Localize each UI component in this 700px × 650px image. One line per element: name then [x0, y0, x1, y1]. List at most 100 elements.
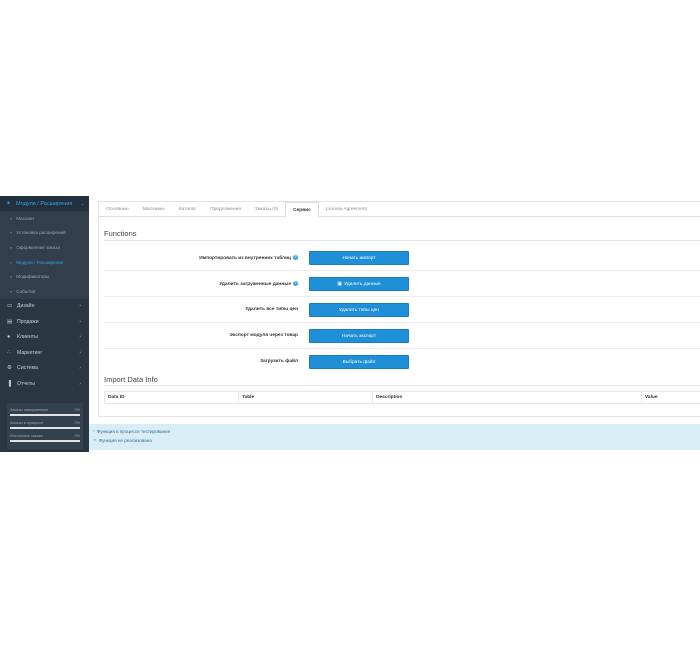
puzzle-icon: ✶ [6, 201, 12, 207]
order-stats: Заказы завершенные 0% Заказы в процессе … [7, 403, 83, 449]
cart-icon: ▤ [7, 318, 13, 325]
gear-icon: ⚙ [7, 365, 12, 372]
chevron-right-icon: › [79, 349, 81, 356]
tab-license-agreement[interactable]: License Agreement [319, 202, 374, 217]
import-data-table: Data ID Table Description Value [104, 391, 700, 404]
tab-stores[interactable]: Магазины [136, 202, 172, 217]
sidebar-item-label: Отчеты [17, 380, 35, 387]
function-label: Импортировать из внутренних таблиц? [199, 255, 298, 261]
functions-heading: Functions [104, 229, 137, 238]
chevron-right-icon: › [79, 380, 81, 387]
sidebar-subitem-installer[interactable]: » Установка расширений [0, 225, 89, 241]
function-label-text: Удалить загруженные данные [219, 281, 291, 287]
stat-label: Остальные заказы [10, 434, 43, 438]
sidebar-subitem-extensions[interactable]: » Модули / Расширения [0, 254, 89, 270]
sidebar-subitem-modifications[interactable]: » Модификаторы [0, 269, 89, 284]
function-row-delete-price-types: Удалить все типы цен Удалить типы цен [104, 297, 700, 323]
stat-progress-bar [10, 427, 80, 429]
stat-progress-bar [10, 440, 80, 442]
stat-percent: 0% [74, 408, 81, 412]
chart-icon: ▐ [7, 380, 11, 387]
delete-price-types-button[interactable]: Удалить типы цен [309, 303, 409, 317]
sidebar-item-system[interactable]: ⚙ Система › [0, 361, 89, 377]
legend-info-box: * Функция в процессе тестирования ** Фун… [89, 424, 700, 450]
help-icon[interactable]: ? [293, 281, 298, 286]
choose-file-button[interactable]: Выбрать файл [309, 355, 409, 369]
sidebar-subitem-checkout[interactable]: » Оформление заказа [0, 240, 89, 255]
divider [104, 240, 700, 241]
stat-label: Заказы завершенные [10, 408, 48, 412]
share-icon: ∴ [7, 349, 11, 356]
function-label-text: Импортировать из внутренних таблиц [199, 255, 291, 261]
sidebar-item-label: Клиенты [17, 334, 38, 341]
start-import-button[interactable]: Начать импорт [309, 251, 409, 265]
button-label: Начать импорт [342, 255, 376, 261]
stat-processing-orders: Заказы в процессе 0% [10, 419, 80, 432]
sidebar-item-design[interactable]: ▭ Дизайн › [0, 299, 89, 315]
column-header-value[interactable]: Value [642, 392, 700, 403]
chevron-right-icon: › [79, 334, 81, 341]
legend-line-testing: * Функция в процессе тестирования [93, 427, 700, 436]
button-label: Начать экспорт [341, 333, 377, 339]
stat-percent: 0% [74, 421, 81, 425]
sidebar-subitem-label: Магазин [16, 215, 34, 221]
column-header-data-id[interactable]: Data ID [105, 392, 239, 403]
column-header-description[interactable]: Description [373, 392, 642, 403]
bullet-icon: » [10, 259, 13, 265]
function-label: Удалить загруженные данные? [219, 281, 298, 287]
function-row-import: Импортировать из внутренних таблиц? Нача… [104, 245, 700, 271]
column-header-table[interactable]: Table [239, 392, 373, 403]
sidebar-item-sales[interactable]: ▤ Продажи › [0, 314, 89, 330]
stat-completed-orders: Заказы завершенные 0% [10, 406, 80, 419]
legend-text: Функция не реализована [98, 438, 152, 443]
stat-other-orders: Остальные заказы 0% [10, 432, 80, 445]
sidebar-item-customers[interactable]: ● Клиенты › [0, 330, 89, 346]
sidebar-item-label: Дизайн [17, 303, 35, 310]
sidebar-subitem-label: Установка расширений [16, 230, 66, 236]
sidebar: ✶ Модули / Расширения ⌄ » Магазин » Устано… [0, 196, 89, 452]
help-icon[interactable]: ? [293, 255, 298, 260]
trash-icon: ▣ [337, 281, 343, 287]
bullet-icon: » [10, 244, 13, 250]
asterisk-marker: * [93, 429, 95, 434]
sidebar-subitem-label: Модификаторы [16, 274, 50, 280]
function-label: Экспорт модуля через товар [229, 333, 298, 338]
start-export-button[interactable]: Начать экспорт [309, 329, 409, 343]
sidebar-item-reports[interactable]: ▐ Отчеты › [0, 376, 89, 392]
sidebar-item-label: Система [17, 365, 38, 372]
button-label: Выбрать файл [342, 359, 376, 365]
bullet-icon: » [10, 215, 13, 221]
stat-label: Заказы в процессе [10, 421, 44, 425]
import-data-heading: Import Data Info [104, 375, 158, 384]
chevron-down-icon: ⌄ [80, 200, 85, 207]
legend-line-not-implemented: ** Функция не реализована [93, 436, 700, 445]
stat-percent: 0% [74, 434, 81, 438]
sidebar-subitem-label: События [16, 288, 36, 294]
tab-offers[interactable]: Предложения [203, 202, 248, 217]
tab-service[interactable]: Сервис [285, 202, 319, 218]
sidebar-header-label: Модули / Расширения [16, 200, 73, 207]
sidebar-subitem-store[interactable]: » Магазин [0, 211, 89, 226]
sidebar-subitem-label: Модули / Расширения [16, 259, 64, 265]
function-label: Загрузить файл [260, 359, 298, 364]
sidebar-item-label: Маркетинг [17, 349, 43, 356]
tab-bar: Основные Магазины Каталог Предложения За… [99, 202, 700, 218]
function-label-text: Удалить все типы цен [245, 307, 298, 312]
tab-general[interactable]: Основные [99, 202, 136, 217]
function-label: Удалить все типы цен [245, 307, 298, 312]
sidebar-subitem-label: Оформление заказа [16, 244, 60, 250]
monitor-icon: ▭ [7, 303, 13, 310]
function-label-text: Загрузить файл [260, 359, 298, 364]
chevron-right-icon: › [79, 303, 81, 310]
sidebar-item-extensions[interactable]: ✶ Модули / Расширения ⌄ [0, 196, 89, 211]
delete-data-button[interactable]: ▣ Удалить данные [309, 277, 409, 291]
stat-progress-bar [10, 414, 80, 416]
sidebar-subitem-events[interactable]: » События [0, 283, 89, 299]
chevron-right-icon: › [79, 365, 81, 372]
double-asterisk-marker: ** [93, 438, 97, 443]
bullet-icon: » [10, 288, 13, 294]
sidebar-item-marketing[interactable]: ∴ Маркетинг › [0, 345, 89, 361]
user-icon: ● [7, 334, 11, 341]
tab-orders[interactable]: Заказы (0) [248, 202, 285, 217]
tab-catalog[interactable]: Каталог [172, 202, 203, 217]
